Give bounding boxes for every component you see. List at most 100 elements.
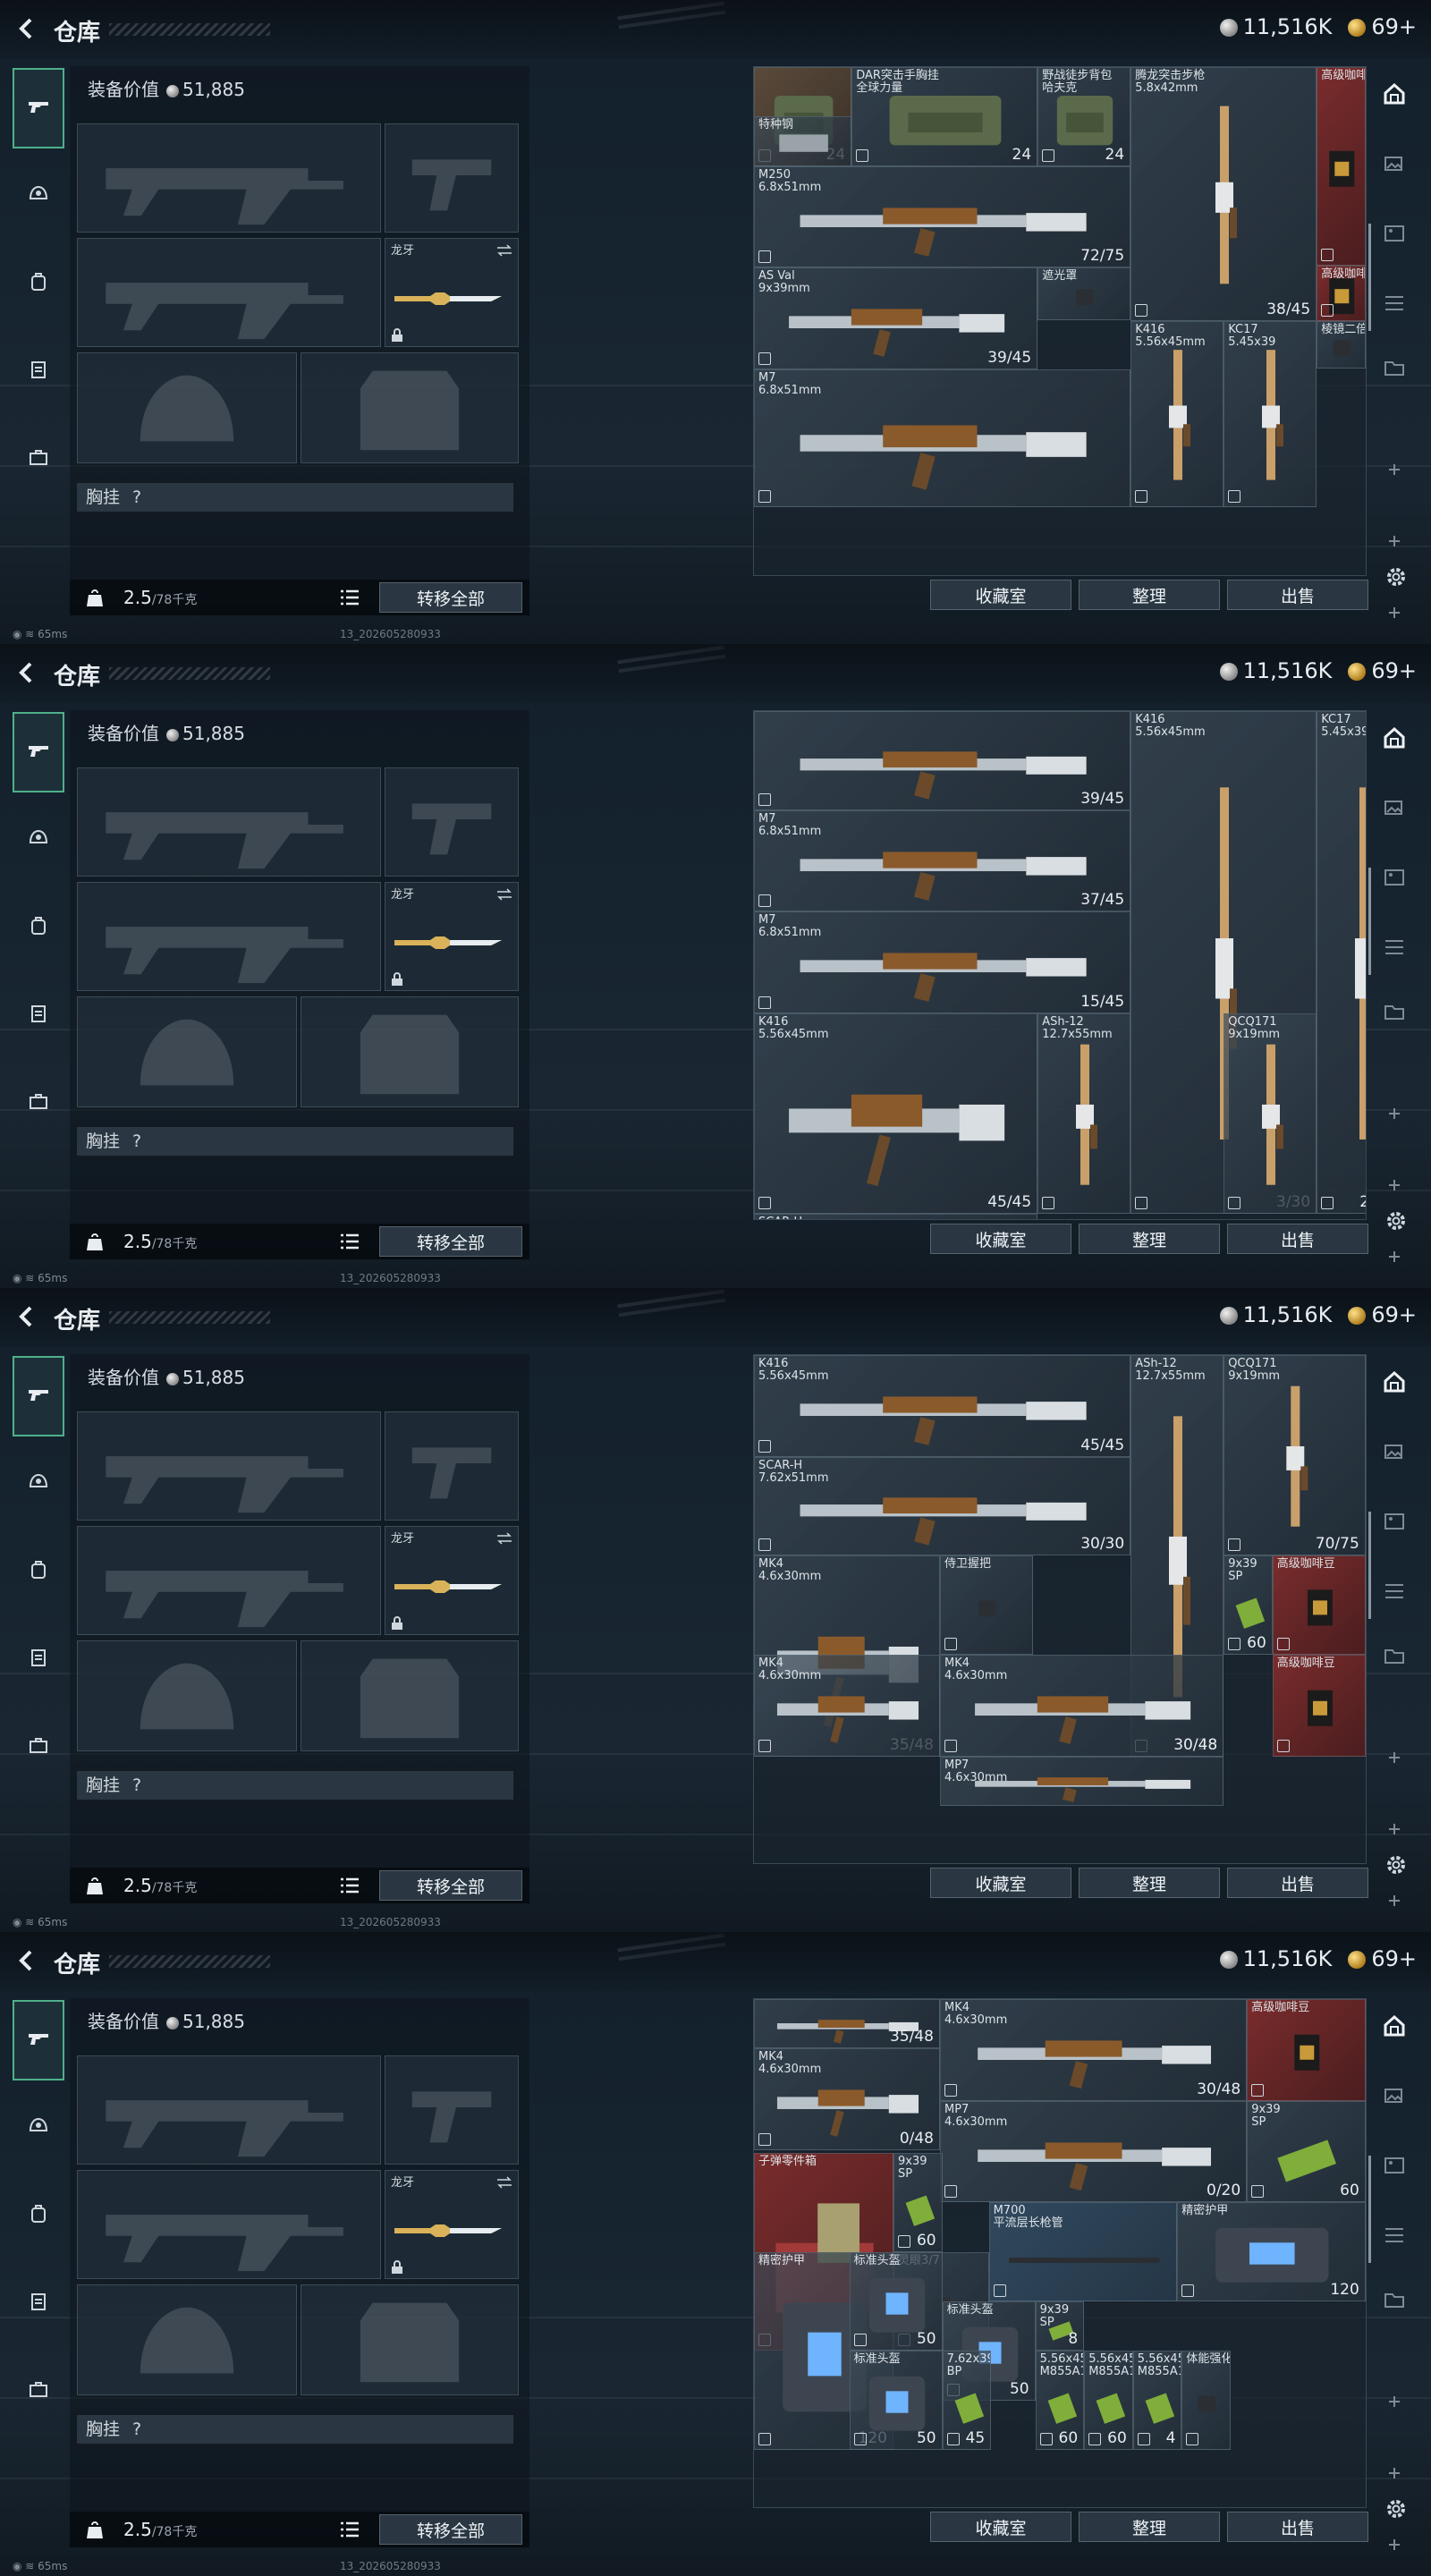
armor-slot[interactable] (301, 996, 519, 1107)
grid-icon[interactable] (1381, 934, 1408, 961)
back-arrow-icon[interactable] (14, 660, 39, 685)
sidearm-slot[interactable] (385, 1411, 519, 1521)
stash-scrollbar[interactable] (1368, 2156, 1371, 2263)
help-icon[interactable]: ? (132, 1131, 141, 1151)
sort-button[interactable]: 整理 (1079, 1224, 1220, 1254)
stash-item[interactable]: 侍卫握把 (940, 1555, 1033, 1656)
stash-item[interactable]: MK4 4.6x30mm 30/48 (940, 1999, 1248, 2101)
collection-room-button[interactable]: 收藏室 (930, 1224, 1071, 1254)
stash-item[interactable]: KC17 5.45x39 (1224, 320, 1317, 507)
image-add-icon[interactable] (1381, 1438, 1408, 1465)
sort-button[interactable]: 整理 (1079, 2512, 1220, 2542)
stash-item[interactable]: 9x39 SP 60 (1224, 1555, 1273, 1656)
image-icon[interactable] (1381, 2152, 1408, 2179)
image-icon[interactable] (1381, 1508, 1408, 1535)
tab-helmet[interactable] (13, 2088, 64, 2168)
tab-backpack[interactable] (13, 887, 64, 968)
helmet-slot[interactable] (77, 996, 297, 1107)
tab-gun[interactable] (13, 68, 64, 148)
armor-slot[interactable] (301, 2284, 519, 2395)
stash-item[interactable]: 35/48 (754, 1999, 940, 2049)
silver-balance[interactable]: 11,516K (1219, 658, 1332, 683)
sidearm-slot[interactable] (385, 123, 519, 233)
armor-slot[interactable] (301, 352, 519, 463)
plus-icon[interactable] (1381, 528, 1408, 555)
back-arrow-icon[interactable] (14, 1304, 39, 1329)
secondary-weapon-slot[interactable] (77, 238, 381, 347)
sell-button[interactable]: 出售 (1227, 1224, 1368, 1254)
chest-rig-slot[interactable]: 胸挂? (77, 1771, 513, 1800)
stash-item[interactable]: K416 5.56x45mm 45/45 (754, 1013, 1038, 1215)
settings-icon[interactable] (1383, 2496, 1410, 2522)
stash-item[interactable]: MP7 4.6x30mm (940, 1756, 1224, 1807)
tab-clipboard[interactable] (13, 331, 64, 411)
grid-icon[interactable] (1381, 2222, 1408, 2249)
stash-item[interactable]: M7 6.8x51mm (754, 369, 1131, 507)
plus-icon[interactable] (1381, 599, 1408, 626)
stash-item[interactable]: 39/45 (754, 711, 1131, 810)
plus-icon[interactable] (1381, 1816, 1408, 1843)
settings-icon[interactable] (1383, 1208, 1410, 1234)
chest-rig-slot[interactable]: 胸挂? (77, 483, 513, 512)
stash-item[interactable]: K416 5.56x45mm 45/45 (754, 1355, 1131, 1457)
plus-icon[interactable] (1381, 2531, 1408, 2558)
stash-scrollbar[interactable] (1368, 224, 1371, 331)
transfer-all-button[interactable]: 转移全部 (379, 582, 522, 613)
stash-item[interactable]: 特种钢 (754, 116, 852, 166)
stash-item[interactable]: 9x39 SP 60 (893, 2152, 943, 2252)
stash-item[interactable]: MK4 4.6x30mm 0/48 (754, 2048, 940, 2150)
chest-rig-slot[interactable]: 胸挂? (77, 1127, 513, 1156)
back-arrow-icon[interactable] (14, 1948, 39, 1973)
transfer-all-button[interactable]: 转移全部 (379, 2514, 522, 2545)
sort-button[interactable]: 整理 (1079, 580, 1220, 610)
folder-icon[interactable] (1381, 998, 1408, 1025)
stash-item[interactable]: M250 6.8x51mm 72/75 (754, 165, 1131, 268)
stash-item[interactable]: 高级咖啡豆 (1247, 1999, 1366, 2101)
folder-icon[interactable] (1381, 354, 1408, 381)
melee-slot[interactable]: 龙牙 (385, 1526, 519, 1635)
gold-balance[interactable]: 69+ (1348, 1946, 1417, 1971)
stash-item[interactable]: MK4 4.6x30mm 30/48 (940, 1655, 1224, 1757)
sell-button[interactable]: 出售 (1227, 2512, 1368, 2542)
plus-icon[interactable] (1381, 1243, 1408, 1270)
stash-item[interactable]: 遮光罩 (1037, 267, 1131, 320)
settings-icon[interactable] (1383, 564, 1410, 590)
stash-scrollbar[interactable] (1368, 868, 1371, 975)
stash-item[interactable]: MP7 4.6x30mm 0/20 (940, 2100, 1248, 2203)
stash-item[interactable]: QCQ171 9x19mm 70/75 (1224, 1355, 1366, 1556)
help-icon[interactable]: ? (132, 1775, 141, 1795)
stash-item[interactable]: 高级咖啡豆 (1272, 1655, 1366, 1757)
tab-briefcase[interactable] (13, 419, 64, 499)
tab-backpack[interactable] (13, 243, 64, 324)
image-add-icon[interactable] (1381, 794, 1408, 821)
stash-item[interactable]: 9x39 SP 8 (1035, 2301, 1085, 2351)
gold-balance[interactable]: 69+ (1348, 658, 1417, 683)
stash-item[interactable]: K416 5.56x45mm (1130, 320, 1224, 507)
transfer-all-button[interactable]: 转移全部 (379, 1870, 522, 1901)
stash-item[interactable]: 精密护甲 120 (1177, 2202, 1366, 2301)
tab-briefcase[interactable] (13, 2351, 64, 2431)
help-icon[interactable]: ? (132, 2419, 141, 2439)
plus-icon[interactable] (1381, 456, 1408, 483)
stash-item[interactable]: 标准头盔 50 (849, 2251, 943, 2351)
stash-item[interactable]: 5.56x45 M855A1 4 (1132, 2351, 1182, 2451)
image-add-icon[interactable] (1381, 2082, 1408, 2109)
collection-room-button[interactable]: 收藏室 (930, 580, 1071, 610)
secondary-weapon-slot[interactable] (77, 1526, 381, 1635)
tab-gun[interactable] (13, 712, 64, 792)
tab-clipboard[interactable] (13, 975, 64, 1055)
stash-item[interactable]: 5.56x45 M855A1 60 (1035, 2351, 1085, 2451)
gold-balance[interactable]: 69+ (1348, 14, 1417, 39)
locker-icon[interactable] (1381, 80, 1408, 107)
settings-icon[interactable] (1383, 1852, 1410, 1878)
sort-button[interactable]: 整理 (1079, 1868, 1220, 1898)
tab-gun[interactable] (13, 2000, 64, 2080)
stash-item[interactable]: SCAR-H 7.62x51mm (754, 1214, 1038, 1219)
plus-icon[interactable] (1381, 2460, 1408, 2487)
primary-weapon-slot[interactable] (77, 1411, 381, 1521)
tab-backpack[interactable] (13, 1531, 64, 1612)
locker-icon[interactable] (1381, 2012, 1408, 2039)
plus-icon[interactable] (1381, 1887, 1408, 1914)
stash-item[interactable]: 标准头盔 50 (849, 2351, 943, 2451)
folder-icon[interactable] (1381, 1642, 1408, 1669)
